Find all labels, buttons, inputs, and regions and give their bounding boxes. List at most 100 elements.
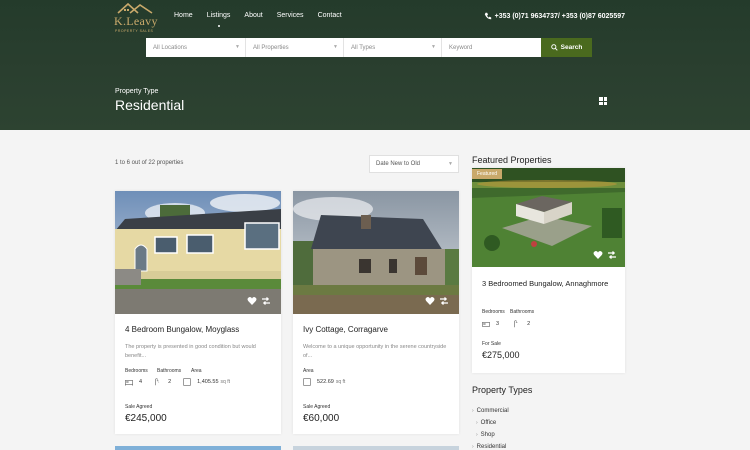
bedrooms-label: Bedrooms [482, 309, 505, 315]
bathrooms-label: Bathrooms [510, 309, 535, 315]
listing-status: Sale Agreed [303, 404, 331, 410]
bath-icon [155, 378, 160, 386]
chevron-right-icon: › [472, 408, 474, 414]
bathrooms-value: 2 [527, 321, 531, 327]
heart-icon[interactable] [247, 296, 257, 306]
card-actions [247, 296, 271, 306]
feature-labels: Area [303, 368, 314, 374]
heart-icon[interactable] [593, 250, 603, 260]
area-unit: sq ft [220, 379, 230, 385]
bedrooms-value: 4 [139, 379, 143, 385]
featured-badge: Featured [472, 169, 503, 179]
featured-title[interactable]: 3 Bedroomed Bungalow, Annaghmore [482, 278, 612, 290]
type-office[interactable]: › Office [472, 417, 509, 429]
chevron-down-icon: ▼ [448, 161, 453, 167]
type-shop[interactable]: › Shop [472, 429, 509, 441]
chevron-right-icon: › [472, 444, 474, 450]
phone-icon [484, 12, 491, 20]
listing-card-next[interactable] [115, 446, 281, 450]
featured-card[interactable]: Featured 3 Bedroomed Bungalow, Annaghmor… [472, 168, 625, 373]
chevron-down-icon: ▼ [431, 44, 436, 50]
area-value: 522.69 [317, 379, 334, 385]
feature-values: 522.69 sq ft [303, 378, 345, 386]
phone-number: +353 (0)71 9634737/ +353 (0)87 6025597 [494, 12, 625, 20]
nav-listings[interactable]: Listings [207, 12, 231, 19]
featured-price: €275,000 [482, 350, 520, 360]
chevron-right-icon: › [476, 432, 478, 438]
compare-icon[interactable] [439, 296, 449, 306]
brand-tagline: PROPERTY SALES [115, 29, 154, 33]
listing-price: €60,000 [303, 413, 340, 424]
results-count: 1 to 6 out of 22 properties [115, 160, 184, 166]
nav-services[interactable]: Services [277, 12, 304, 19]
compare-icon[interactable] [261, 296, 271, 306]
card-actions [425, 296, 449, 306]
nav-contact[interactable]: Contact [318, 12, 342, 19]
phone-contact[interactable]: +353 (0)71 9634737/ +353 (0)87 6025597 [484, 12, 625, 20]
bathrooms-value: 2 [168, 379, 172, 385]
bathrooms-label: Bathrooms [157, 368, 182, 374]
area-icon [303, 378, 311, 386]
listing-title[interactable]: Ivy Cottage, Corragarve [303, 325, 388, 334]
main-nav: Home Listings About Services Contact [174, 12, 356, 19]
featured-heading: Featured Properties [472, 155, 552, 165]
properties-select-value: All Properties [253, 44, 289, 51]
bath-icon [514, 320, 518, 328]
listing-card-next[interactable] [293, 446, 459, 450]
area-label: Area [191, 368, 202, 374]
area-label: Area [303, 368, 314, 374]
type-label: Shop [480, 432, 495, 438]
types-select-value: All Types [351, 44, 376, 51]
property-types-heading: Property Types [472, 385, 533, 395]
nav-home[interactable]: Home [174, 12, 193, 19]
bedrooms-value: 3 [496, 321, 500, 327]
properties-select[interactable]: All Properties ▼ [246, 38, 344, 57]
nav-about[interactable]: About [244, 12, 262, 19]
bedrooms-label: Bedrooms [125, 368, 148, 374]
type-label: Commercial [476, 408, 509, 414]
listing-card[interactable]: 4 Bedroom Bungalow, Moyglass The propert… [115, 191, 281, 434]
search-button[interactable]: Search [541, 38, 592, 57]
listing-card[interactable]: Ivy Cottage, Corragarve Welcome to a uni… [293, 191, 459, 434]
property-type-label: Property Type [115, 88, 159, 95]
grid-view-icon[interactable] [599, 97, 607, 105]
feature-labels: Bedrooms Bathrooms Area [125, 368, 202, 374]
search-button-label: Search [560, 44, 583, 51]
page-title: Residential [115, 97, 185, 113]
types-select[interactable]: All Types ▼ [344, 38, 442, 57]
chevron-down-icon: ▼ [333, 44, 338, 50]
listing-status: Sale Agreed [125, 404, 153, 410]
listing-description: Welcome to a unique opportunity in the s… [303, 344, 447, 359]
sort-select-value: Date New to Old [376, 161, 421, 167]
type-commercial[interactable]: › Commercial [472, 405, 509, 417]
keyword-input[interactable]: Keyword [442, 38, 541, 57]
area-value: 1,405.55 [197, 379, 219, 385]
listing-description: The property is presented in good condit… [125, 344, 256, 359]
feature-labels: Bedrooms Bathrooms [482, 309, 534, 315]
header-hero: K.Leavy PROPERTY SALES Home Listings Abo… [0, 0, 750, 130]
house-roof-icon [117, 2, 153, 14]
chevron-down-icon: ▼ [235, 44, 240, 50]
keyword-placeholder: Keyword [449, 44, 473, 51]
listing-title[interactable]: 4 Bedroom Bungalow, Moyglass [125, 325, 239, 334]
search-icon [550, 44, 558, 51]
search-bar: All Locations ▼ All Properties ▼ All Typ… [146, 38, 592, 57]
sort-select[interactable]: Date New to Old ▼ [369, 155, 459, 173]
featured-status: For Sale [482, 341, 501, 347]
bed-icon [482, 322, 490, 327]
compare-icon[interactable] [607, 250, 617, 260]
property-types-list: › Commercial › Office › Shop › Residenti… [472, 405, 509, 450]
listing-price: €245,000 [125, 413, 167, 424]
location-select-value: All Locations [153, 44, 188, 51]
feature-values: 4 2 1,405.55 sq ft [125, 378, 230, 386]
location-select[interactable]: All Locations ▼ [146, 38, 246, 57]
area-icon [183, 378, 191, 386]
bed-icon [125, 380, 133, 386]
feature-values: 3 2 [482, 320, 544, 328]
heart-icon[interactable] [425, 296, 435, 306]
brand-name: K.Leavy [114, 14, 158, 28]
featured-actions [593, 250, 617, 260]
chevron-right-icon: › [476, 420, 478, 426]
type-residential[interactable]: › Residential [472, 441, 509, 450]
brand-logo[interactable]: K.Leavy PROPERTY SALES [114, 2, 158, 34]
